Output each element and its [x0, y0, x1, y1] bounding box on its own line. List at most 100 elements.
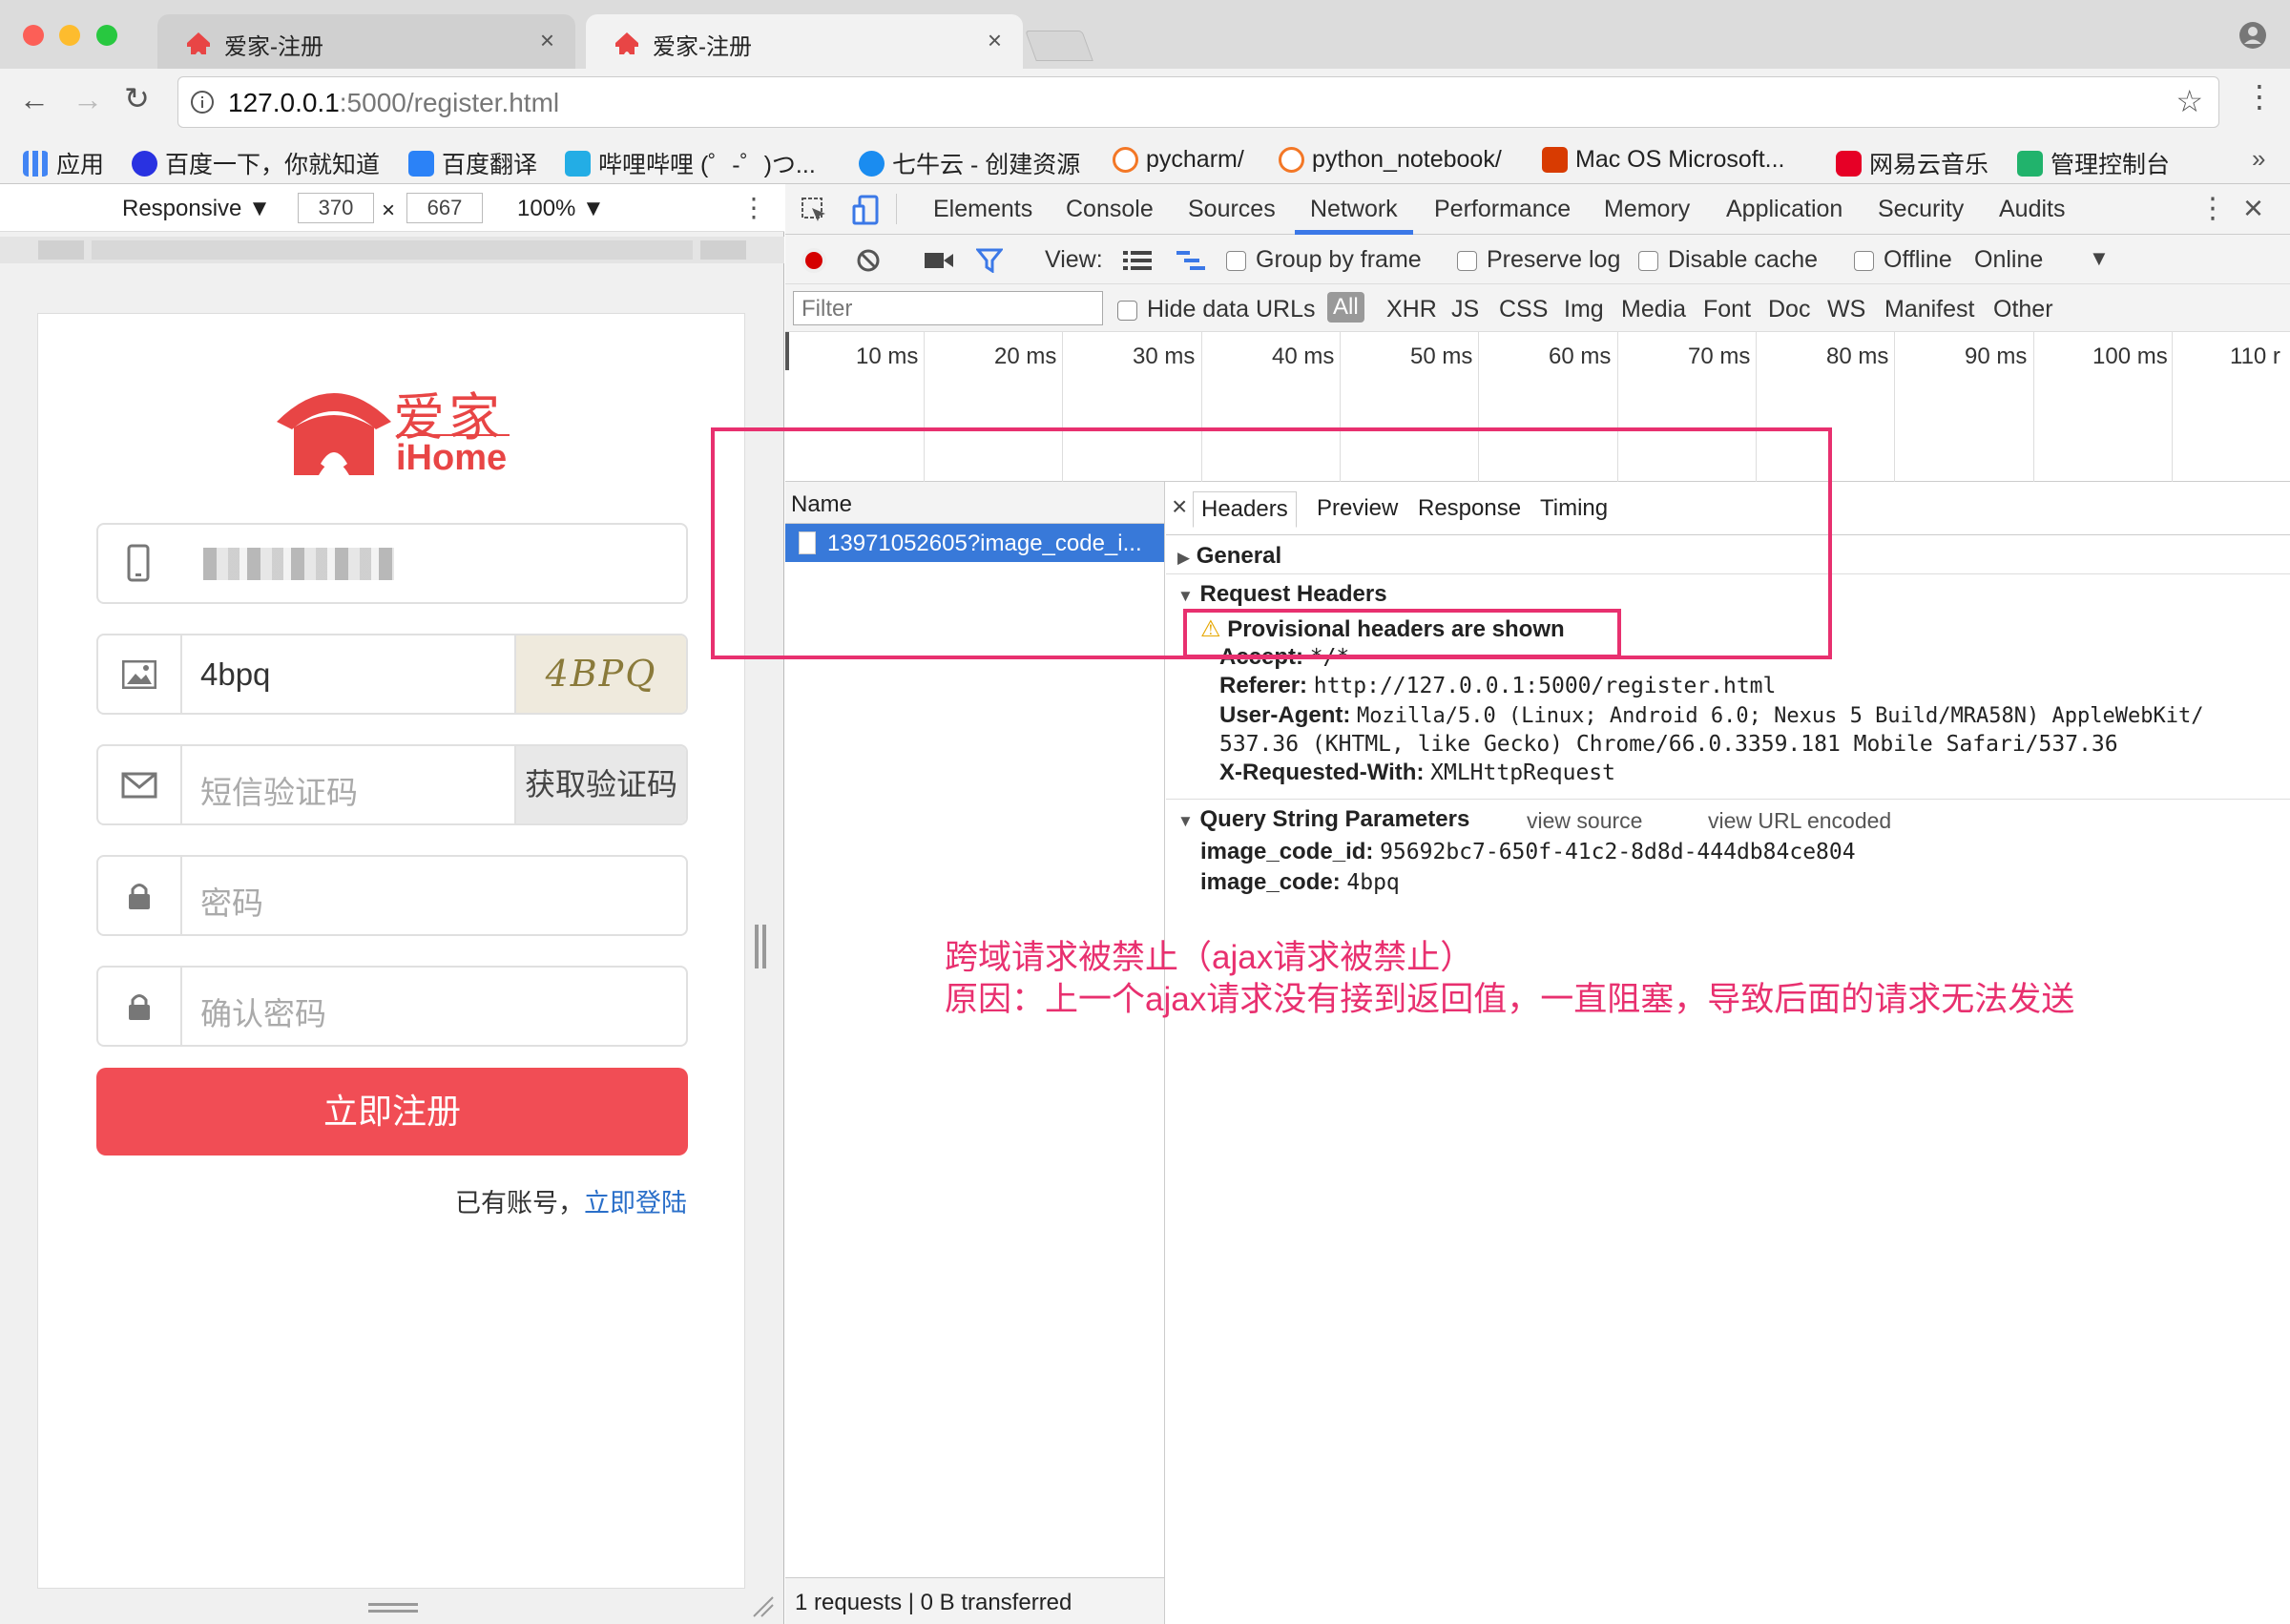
type-filter-other[interactable]: Other	[1993, 296, 2053, 323]
query-params-toggle[interactable]: ▼ Query String Parameters	[1177, 806, 1469, 833]
bookmark-baidu[interactable]: 百度一下，你就知道	[132, 146, 380, 180]
type-filter-ws[interactable]: WS	[1827, 296, 1865, 323]
bookmark-netease-music[interactable]: 网易云音乐	[1836, 146, 1988, 180]
login-link[interactable]: 立即登陆	[584, 1189, 687, 1218]
back-arrow-icon[interactable]: ←	[19, 82, 50, 117]
filter-funnel-icon[interactable]	[976, 248, 1003, 273]
clear-icon[interactable]	[856, 248, 881, 273]
offline-checkbox[interactable]: Offline	[1854, 246, 1952, 274]
throttling-select[interactable]: Online	[1974, 246, 2043, 274]
screenshot-camera-icon[interactable]	[925, 251, 953, 270]
bookmark-mac-office[interactable]: Mac OS Microsoft...	[1542, 146, 1784, 174]
browser-menu-icon[interactable]: ⋮	[2244, 78, 2275, 115]
timeline-tick: 50 ms	[1410, 344, 1473, 369]
inspect-element-icon[interactable]	[801, 197, 827, 223]
more-bookmarks-icon[interactable]: »	[2252, 144, 2265, 174]
record-icon[interactable]	[801, 247, 827, 274]
address-bar[interactable]: 127.0.0.1:5000/register.html ☆	[177, 76, 2219, 128]
type-filter-img[interactable]: Img	[1564, 296, 1604, 323]
tab-close-icon[interactable]: ×	[988, 26, 1002, 55]
bookmark-qiniu[interactable]: 七牛云 - 创建资源	[859, 146, 1080, 180]
network-status-bar: 1 requests | 0 B transferred	[785, 1577, 1164, 1624]
bookmark-apps[interactable]: 应用	[23, 146, 104, 180]
list-view-icon[interactable]	[1123, 250, 1152, 271]
viewport-height-input[interactable]: 667	[406, 193, 483, 223]
ihome-logo-icon	[277, 393, 391, 475]
filter-input[interactable]: Filter	[793, 291, 1103, 325]
tab-security[interactable]: Security	[1878, 196, 1964, 223]
register-button[interactable]: 立即注册	[96, 1068, 688, 1156]
bookmark-star-icon[interactable]: ☆	[2176, 83, 2203, 119]
close-window-button[interactable]	[23, 25, 44, 46]
resize-corner-icon[interactable]	[750, 1593, 775, 1618]
phone-field[interactable]	[96, 523, 688, 604]
forward-arrow-icon[interactable]: →	[73, 82, 103, 117]
chevron-down-icon[interactable]: ▼	[2089, 246, 2110, 271]
confirm-password-field: 确认密码	[96, 966, 688, 1047]
header-value: http://127.0.0.1:5000/register.html	[1313, 674, 1777, 698]
query-param-row: image_code_id: 95692bc7-650f-41c2-8d8d-4…	[1200, 839, 1856, 865]
type-filter-manifest[interactable]: Manifest	[1884, 296, 1974, 323]
sms-code-input[interactable]: 短信验证码	[200, 767, 358, 813]
maximize-window-button[interactable]	[96, 25, 117, 46]
resize-handle-bottom[interactable]	[368, 1603, 418, 1606]
tab-sources[interactable]: Sources	[1188, 196, 1276, 223]
hide-data-urls-checkbox[interactable]: Hide data URLs	[1117, 296, 1315, 323]
tab-console[interactable]: Console	[1066, 196, 1154, 223]
tab-audits[interactable]: Audits	[1999, 196, 2065, 223]
view-url-encoded-link[interactable]: view URL encoded	[1708, 808, 1891, 834]
waterfall-view-icon[interactable]	[1176, 250, 1205, 271]
checkbox-label: Offline	[1884, 246, 1952, 273]
new-tab-button[interactable]	[1025, 31, 1093, 61]
type-filter-media[interactable]: Media	[1621, 296, 1686, 323]
url-text: 127.0.0.1:5000/register.html	[228, 88, 560, 117]
bookmark-pycharm[interactable]: pycharm/	[1113, 146, 1244, 174]
devtools-menu-icon[interactable]: ⋮	[2198, 192, 2227, 225]
type-filter-js[interactable]: JS	[1451, 296, 1479, 323]
get-sms-code-button[interactable]: 获取验证码	[514, 746, 686, 823]
type-filter-font[interactable]: Font	[1703, 296, 1751, 323]
tab-performance[interactable]: Performance	[1434, 196, 1571, 223]
preserve-log-checkbox[interactable]: Preserve log	[1457, 246, 1620, 274]
console-icon	[2017, 150, 2043, 177]
ihome-favicon-icon	[187, 32, 210, 54]
translate-icon	[408, 150, 434, 177]
bookmark-baidu-translate[interactable]: 百度翻译	[408, 146, 537, 180]
view-source-link[interactable]: view source	[1527, 808, 1642, 834]
header-value: 537.36 (KHTML, like Gecko) Chrome/66.0.3…	[1219, 732, 2118, 757]
viewport-width-input[interactable]: 370	[298, 193, 374, 223]
zoom-select[interactable]: 100% ▼	[517, 196, 605, 222]
device-mode-select[interactable]: Responsive ▼	[122, 196, 271, 222]
device-menu-icon[interactable]: ⋮	[740, 192, 767, 223]
profile-avatar-icon[interactable]	[2238, 21, 2267, 50]
tab-network[interactable]: Network	[1310, 196, 1398, 223]
close-devtools-icon[interactable]: ×	[2243, 188, 2263, 228]
bookmark-bilibili[interactable]: 哔哩哔哩 (゜-゜)つ...	[565, 146, 816, 180]
reload-icon[interactable]: ↻	[124, 80, 150, 116]
type-filter-xhr[interactable]: XHR	[1386, 296, 1437, 323]
type-filter-css[interactable]: CSS	[1499, 296, 1548, 323]
bookmark-label: 百度翻译	[442, 152, 538, 178]
bookmark-python-notebook[interactable]: python_notebook/	[1279, 146, 1502, 174]
minimize-window-button[interactable]	[59, 25, 80, 46]
group-by-frame-checkbox[interactable]: Group by frame	[1226, 246, 1422, 274]
captcha-input[interactable]: 4bpq	[200, 656, 270, 693]
disable-cache-checkbox[interactable]: Disable cache	[1638, 246, 1818, 274]
device-toggle-icon[interactable]	[852, 195, 881, 225]
bookmark-console[interactable]: 管理控制台	[2017, 146, 2170, 180]
confirm-password-input[interactable]: 确认密码	[200, 989, 326, 1034]
captcha-image[interactable]: 4BPQ	[514, 635, 686, 713]
tab-application[interactable]: Application	[1726, 196, 1842, 223]
password-input[interactable]: 密码	[200, 878, 263, 924]
info-icon[interactable]	[190, 90, 215, 115]
type-filter-all[interactable]: All	[1327, 292, 1364, 323]
tab-memory[interactable]: Memory	[1604, 196, 1690, 223]
browser-tab-2[interactable]: 爱家-注册 ×	[586, 14, 1023, 69]
bookmark-label: python_notebook/	[1312, 146, 1502, 173]
phone-viewport: 爱家 iHome 4bpq 4BPQ 短信验证码 获取验证码 密码 确认密码 立…	[37, 313, 745, 1589]
browser-tab-1[interactable]: 爱家-注册 ×	[157, 14, 575, 69]
tab-elements[interactable]: Elements	[933, 196, 1032, 223]
tab-close-icon[interactable]: ×	[540, 26, 554, 55]
resize-handle-right[interactable]	[755, 925, 759, 968]
type-filter-doc[interactable]: Doc	[1768, 296, 1810, 323]
